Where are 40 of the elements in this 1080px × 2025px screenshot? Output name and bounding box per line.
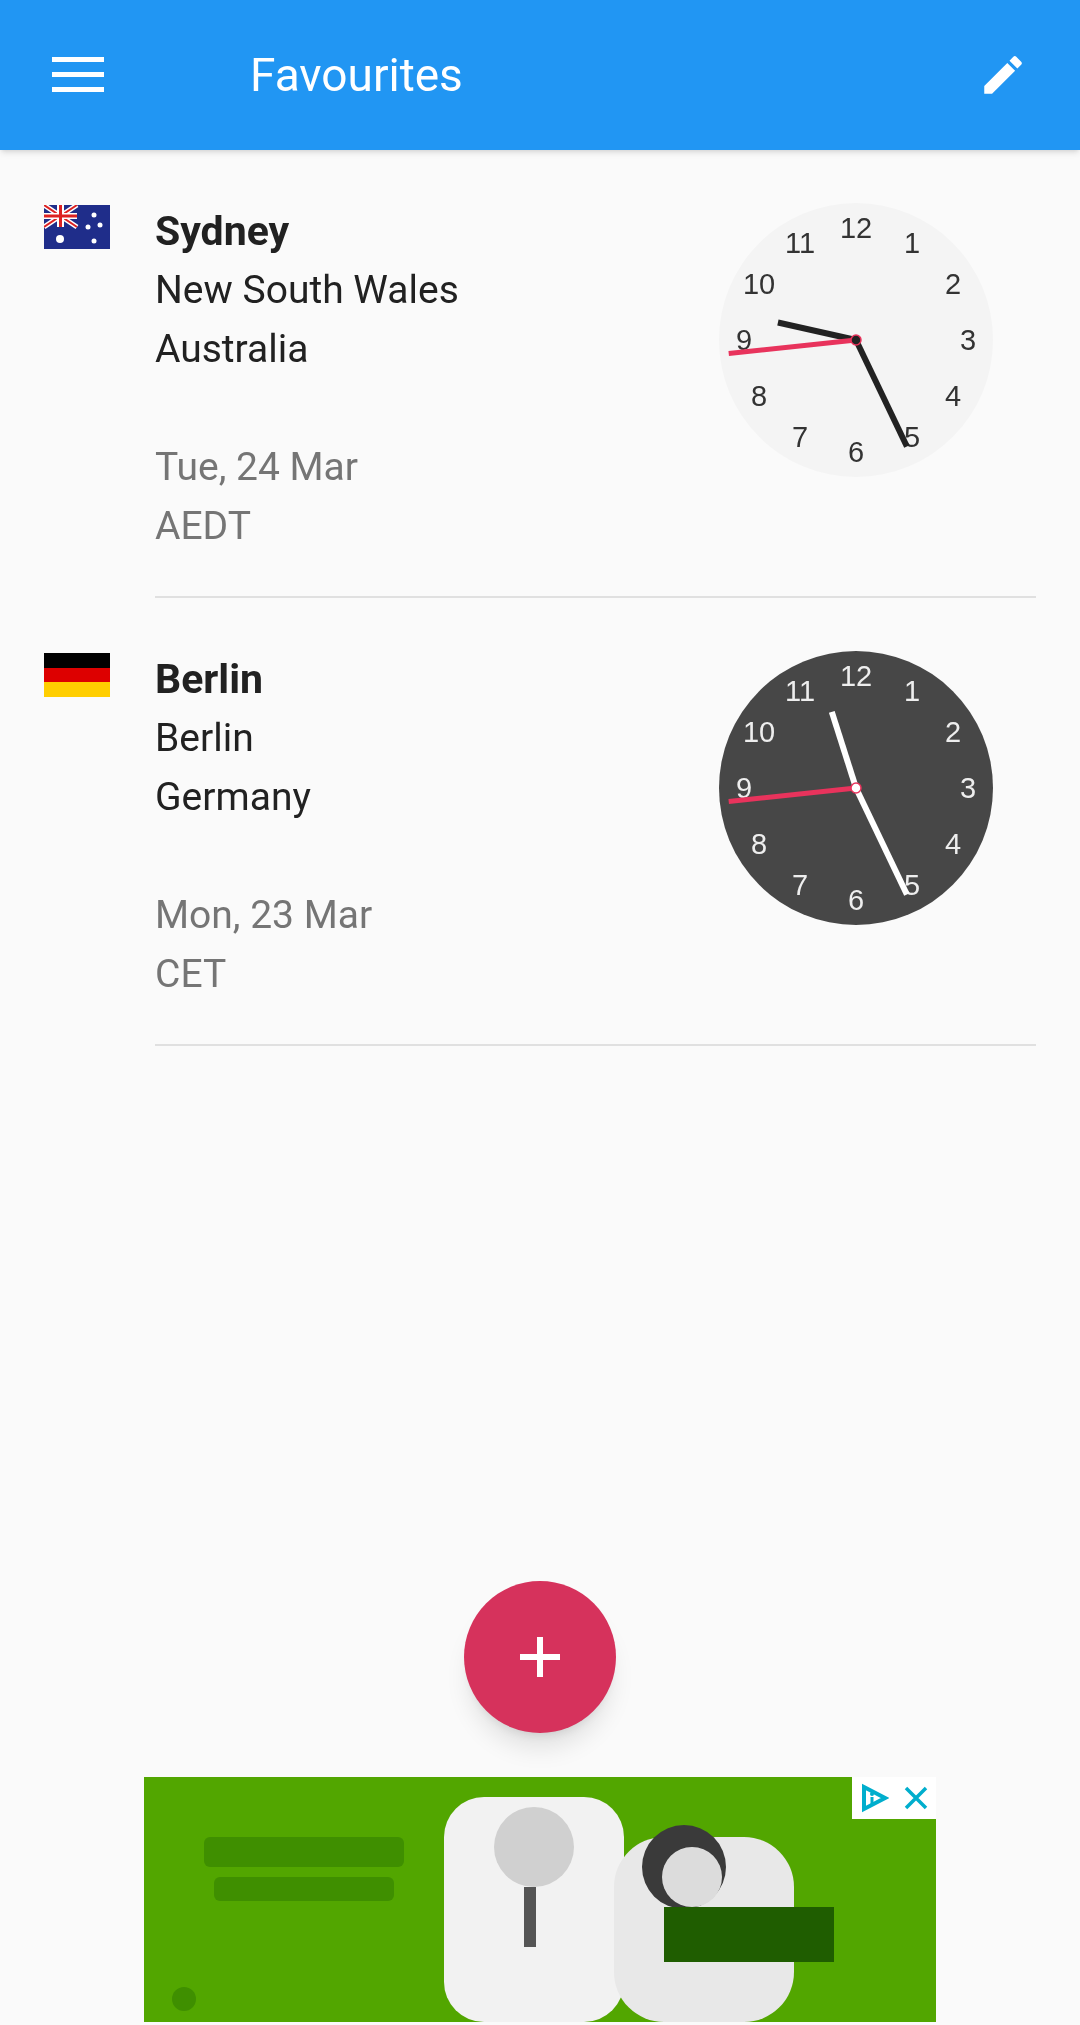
clock-numeral: 4 xyxy=(944,828,962,860)
ad-controls[interactable] xyxy=(852,1777,936,1819)
menu-icon[interactable] xyxy=(52,57,104,93)
region-name: New South Wales xyxy=(155,266,459,315)
close-icon[interactable] xyxy=(903,1785,929,1811)
plus-icon xyxy=(520,1637,560,1677)
clock-numeral: 8 xyxy=(750,828,768,860)
clock-numeral: 4 xyxy=(944,380,962,412)
clock-numeral: 2 xyxy=(944,716,962,748)
clock-numeral: 8 xyxy=(750,380,768,412)
clock-numeral: 11 xyxy=(784,675,816,707)
clock-numeral: 2 xyxy=(944,268,962,300)
timezone-text: AEDT xyxy=(155,502,251,551)
clock-numeral: 1 xyxy=(903,675,921,707)
country-name: Australia xyxy=(155,325,309,374)
date-text: Mon, 23 Mar xyxy=(155,891,373,940)
date-text: Tue, 24 Mar xyxy=(155,443,358,492)
clock-numeral: 3 xyxy=(959,324,977,356)
ad-choices-icon[interactable] xyxy=(859,1783,889,1813)
clock-numeral: 6 xyxy=(847,884,865,916)
clock-numeral: 12 xyxy=(839,212,873,244)
clock-numeral: 9 xyxy=(735,772,753,804)
clock-numeral: 10 xyxy=(742,268,776,300)
clock-numeral: 6 xyxy=(847,436,865,468)
clock-numeral: 9 xyxy=(735,324,753,356)
clock-numeral: 3 xyxy=(959,772,977,804)
screen-title: Favourites xyxy=(250,46,464,104)
clock-numeral: 11 xyxy=(784,227,816,259)
clock-numeral: 10 xyxy=(742,716,776,748)
center-pin xyxy=(850,334,862,346)
clock-numeral: 1 xyxy=(903,227,921,259)
timezone-text: CET xyxy=(155,950,227,999)
region-name: Berlin xyxy=(155,714,254,763)
country-name: Germany xyxy=(155,773,311,822)
city-name: Sydney xyxy=(155,206,290,257)
clock-numeral: 7 xyxy=(791,869,809,901)
center-pin xyxy=(850,782,862,794)
clock-numeral: 12 xyxy=(839,660,873,692)
clock-numeral: 7 xyxy=(791,421,809,453)
city-name: Berlin xyxy=(155,654,263,705)
